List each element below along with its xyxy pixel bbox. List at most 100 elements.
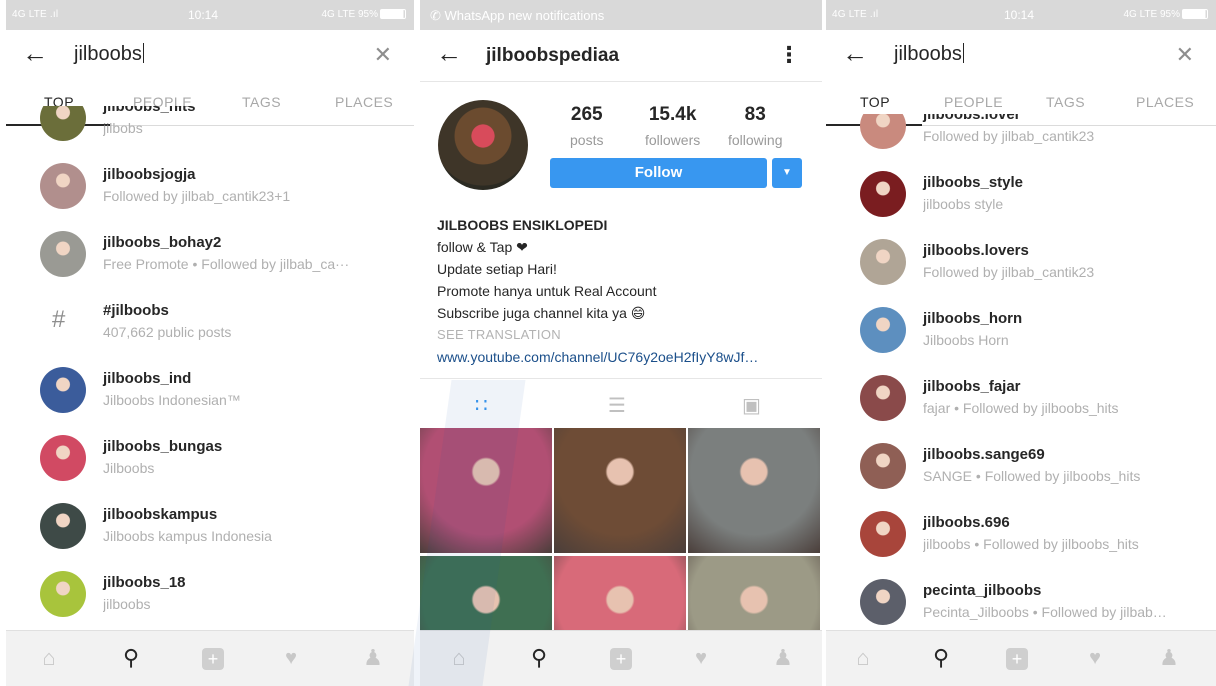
profile-icon[interactable]: ♟ [1156,645,1182,671]
result-row[interactable]: jilboobs_fajarfajar • Followed by jilboo… [826,364,1216,432]
result-username: jilboobs_ind [103,370,192,387]
back-arrow-icon[interactable]: ← [842,40,868,66]
status-bar: 4G LTE .ıl 10:14 4G LTE 95% [826,0,1216,30]
result-row[interactable]: # #jilboobs 407,662 public posts [6,288,414,356]
clock: 10:14 [188,8,219,22]
chevron-down-icon[interactable]: ▼ [772,158,802,188]
photo-thumbnail[interactable] [554,428,686,553]
tab-tags[interactable]: TAGS [1046,94,1085,110]
search-icon[interactable]: ⚲ [118,645,144,671]
result-row[interactable]: jilboobs_bohay2 Free Promote • Followed b… [6,220,414,288]
result-row[interactable]: jilboobs_bungas Jilboobs [6,424,414,492]
add-icon[interactable]: + [200,645,226,671]
result-row[interactable]: jilboobskampus Jilboobs kampus Indonesia [6,492,414,560]
stat-posts[interactable]: 265 posts [570,104,603,148]
result-username: jilboobs_style [923,174,1024,191]
bio-line: Update setiap Hari! [437,261,557,277]
tab-top[interactable]: TOP [860,94,890,110]
avatar [860,443,906,489]
avatar [40,571,86,617]
result-username: jilboobs_bohay2 [103,234,222,251]
avatar [860,171,906,217]
hashtag-icon: # [52,306,66,333]
result-row[interactable]: jilboobs_ind Jilboobs Indonesian™ [6,356,414,424]
clear-search-icon[interactable]: ✕ [1176,42,1194,68]
avatar [40,163,86,209]
heart-icon[interactable]: ♥ [278,645,304,671]
status-bar: 4G LTE .ıl 10:14 4G LTE 95% [6,0,414,30]
result-row[interactable]: jilboobsjogja Followed by jilbab_cantik23… [6,152,414,220]
avatar [40,435,86,481]
profile-link[interactable]: www.youtube.com/channel/UC76y2oeH2fIyY8w… [437,346,812,368]
profile-icon[interactable]: ♟ [770,645,796,671]
result-subtitle: Jilboobs Horn [923,332,1009,348]
result-subtitle: jilboobs style [923,196,1004,212]
avatar [860,579,906,625]
heart-icon[interactable]: ♥ [1082,645,1108,671]
follow-button[interactable]: Follow [550,158,767,188]
search-input[interactable]: jilboobs [894,43,964,66]
result-row[interactable]: jilboobs.696 jilboobs • Followed by jilbo… [826,500,1216,568]
result-subtitle: Pecinta_Jilboobs • Followed by jilbab… [923,604,1167,620]
search-screen-left: 4G LTE .ıl 10:14 4G LTE 95% ← jilboobs ✕… [6,0,414,686]
tagged-view-icon[interactable]: ▣ [742,393,761,418]
result-username: jilboobs.lovers [923,242,1029,259]
result-subtitle: jilbobs [103,120,143,136]
result-row[interactable]: jilboobs_18 jilboobs [6,560,414,628]
signal-indicator: 4G LTE .ıl [12,9,59,20]
result-subtitle: Jilboobs Indonesian™ [103,392,241,408]
battery-indicator: 4G LTE 95% [321,9,406,20]
add-icon[interactable]: + [1004,645,1030,671]
tab-people[interactable]: PEOPLE [944,94,1003,110]
photo-thumbnail[interactable] [688,428,820,553]
stat-following[interactable]: 83 following [728,104,782,148]
profile-avatar[interactable] [438,100,528,190]
search-header: ← jilboobs ✕ [6,30,414,82]
avatar [860,239,906,285]
battery-indicator: 4G LTE 95% [1123,9,1208,20]
result-subtitle: jilboobs [103,596,151,612]
result-row[interactable]: jilboobs_horn Jilboobs Horn [826,296,1216,364]
search-screen-right: 4G LTE .ıl 10:14 4G LTE 95% ← jilboobs ✕… [826,0,1216,686]
search-input[interactable]: jilboobs [74,43,144,66]
more-options-icon[interactable]: ⋮ [778,42,800,68]
avatar [40,106,86,141]
result-row[interactable]: jilboobs_style jilboobs style [826,160,1216,228]
clear-search-icon[interactable]: ✕ [374,42,392,68]
search-results: jilboobs_hits jilbobs jilboobsjogja Followe… [6,106,414,630]
search-header: ← jilboobs ✕ [826,30,1216,82]
result-row[interactable]: jilboobs.sange69 SANGE • Followed by jilb… [826,432,1216,500]
result-subtitle: Followed by jilbab_cantik23+1 [103,188,291,204]
heart-icon[interactable]: ♥ [688,645,714,671]
status-bar: ✆ WhatsApp new notifications [420,0,822,30]
list-view-icon[interactable]: ☰ [608,393,626,418]
result-row[interactable]: pecinta_jilboobs Pecinta_Jilboobs • Follo… [826,568,1216,630]
result-username: jilboobskampus [103,506,218,523]
search-icon[interactable]: ⚲ [928,645,954,671]
result-subtitle: jilboobs • Followed by jilboobs_hits [923,536,1139,552]
result-subtitle: fajar • Followed by jilboobs_hits [923,400,1119,416]
result-username: jilboobs_fajar [923,378,1021,395]
avatar [860,511,906,557]
result-username: jilboobs.696 [923,514,1010,531]
back-arrow-icon[interactable]: ← [22,40,48,66]
result-subtitle: Jilboobs kampus Indonesia [103,528,272,544]
result-row[interactable]: jilboobs.lover Followed by jilbab_cantik2… [826,114,1216,160]
result-row[interactable]: jilboobs.lovers Followed by jilbab_cantik… [826,228,1216,296]
profile-username: jilboobspediaa [486,45,620,66]
search-icon[interactable]: ⚲ [526,645,552,671]
back-arrow-icon[interactable]: ← [436,40,462,66]
result-username: jilboobs_18 [103,574,186,591]
signal-indicator: 4G LTE .ıl [832,9,879,20]
result-row[interactable]: jilboobs_hits jilbobs [6,106,414,152]
home-icon[interactable]: ⌂ [36,645,62,671]
tab-places[interactable]: PLACES [1136,94,1194,110]
stat-followers[interactable]: 15.4k followers [645,104,700,148]
bottom-nav: ⌂ ⚲ + ♥ ♟ [6,630,414,686]
home-icon[interactable]: ⌂ [850,645,876,671]
result-username: jilboobsjogja [103,166,196,183]
see-translation-link[interactable]: SEE TRANSLATION [437,324,812,346]
add-icon[interactable]: + [608,645,634,671]
bottom-nav: ⌂ ⚲ + ♥ ♟ [826,630,1216,686]
profile-icon[interactable]: ♟ [360,645,386,671]
